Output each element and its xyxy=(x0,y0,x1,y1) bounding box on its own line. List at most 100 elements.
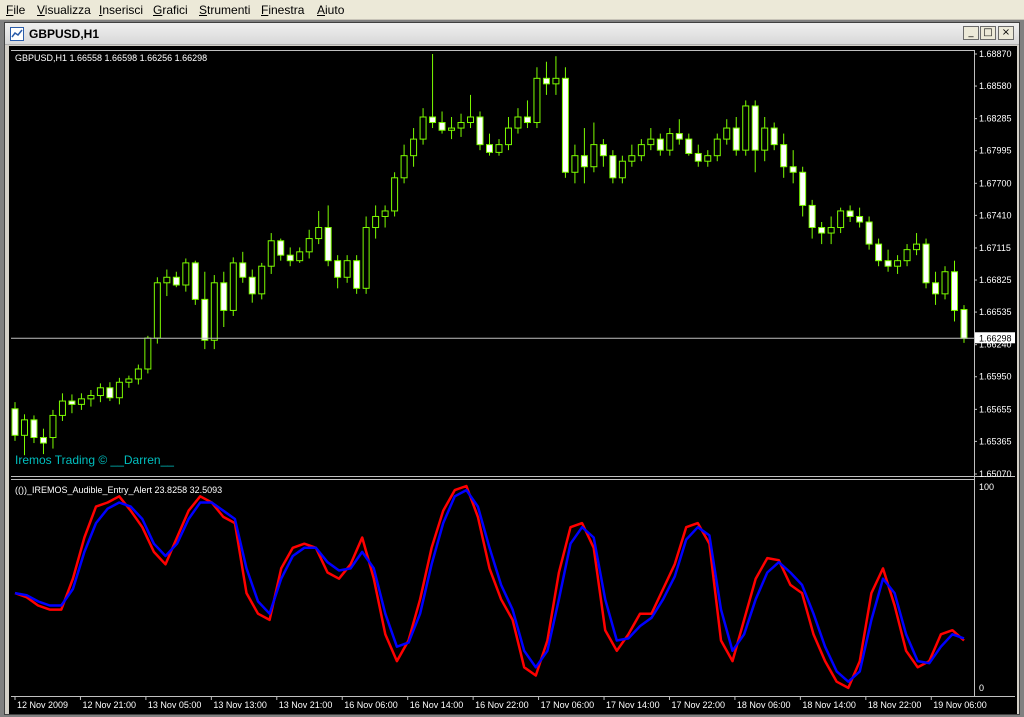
candle-body-bear xyxy=(324,227,332,262)
candle-body-bull xyxy=(343,260,351,278)
candle-body-bear xyxy=(429,116,437,124)
menu-file[interactable]: File xyxy=(6,3,25,17)
maximize-button[interactable]: □ xyxy=(980,26,996,40)
candle-body-bear xyxy=(68,400,76,405)
menu-finestra[interactable]: Finestra xyxy=(261,3,304,17)
candle-body-bull xyxy=(362,227,370,289)
candle-body-bear xyxy=(609,155,617,179)
candle-body-bear xyxy=(789,166,797,173)
time-tick-label: 13 Nov 21:00 xyxy=(279,700,333,710)
candlestick xyxy=(258,262,266,300)
candle-body-bear xyxy=(11,408,19,436)
candle-body-bull xyxy=(49,414,57,439)
candle-body-bull xyxy=(267,240,275,267)
candle-body-bull xyxy=(381,210,389,217)
chart-window[interactable]: GBPUSD,H1 _ □ × 1.68870 1.68580 1.68285 1.6… xyxy=(4,22,1020,715)
candle-body-bull xyxy=(827,227,835,234)
price-tick-label: 1.66535 xyxy=(979,307,1012,317)
candle-body-bull xyxy=(723,127,731,140)
candle-body-bull xyxy=(628,155,636,162)
indicator-axis-min: 0 xyxy=(979,683,984,693)
candle-body-bear xyxy=(599,144,607,157)
candle-body-bear xyxy=(523,116,531,124)
candle-body-bull xyxy=(125,378,133,383)
candle-body-bull xyxy=(742,105,750,151)
candle-body-bull xyxy=(296,251,304,262)
candlestick xyxy=(922,238,930,289)
time-tick-label: 13 Nov 13:00 xyxy=(213,700,267,710)
candle-body-bull xyxy=(87,395,95,400)
menu-visualizza[interactable]: Visualizza xyxy=(37,3,91,17)
candle-body-bull xyxy=(58,400,66,416)
time-tick-label: 16 Nov 22:00 xyxy=(475,700,529,710)
candle-body-bull xyxy=(305,238,313,253)
candlestick xyxy=(391,172,399,217)
candle-body-bear xyxy=(542,77,550,85)
candle-body-bear xyxy=(780,144,788,168)
time-tick-label: 16 Nov 14:00 xyxy=(410,700,464,710)
candle-body-bear xyxy=(353,260,361,289)
candle-body-bear xyxy=(751,105,759,151)
candle-body-bear xyxy=(808,204,816,229)
price-tick-label: 1.67115 xyxy=(979,243,1011,253)
candle-body-bear xyxy=(732,127,740,151)
minimize-button[interactable]: _ xyxy=(963,26,979,40)
time-tick-label: 17 Nov 14:00 xyxy=(606,700,660,710)
candlestick xyxy=(476,111,484,151)
candle-body-bear xyxy=(30,419,38,439)
candle-body-bull xyxy=(941,271,949,295)
close-button[interactable]: × xyxy=(998,26,1014,40)
candle-body-bull xyxy=(618,160,626,179)
candle-body-bull xyxy=(504,127,512,146)
watermark-text: Iremos Trading © __Darren__ xyxy=(15,453,174,467)
time-tick-label: 12 Nov 2009 xyxy=(17,700,68,710)
candle-body-bull xyxy=(533,77,541,124)
candle-body-bull xyxy=(144,337,152,370)
menu-grafici[interactable]: Grafici xyxy=(153,3,188,17)
candle-body-bull xyxy=(590,144,598,168)
candle-body-bull xyxy=(134,368,142,380)
candle-body-bull xyxy=(419,116,427,140)
price-tick-label: 1.67410 xyxy=(979,210,1012,220)
candle-body-bear xyxy=(201,298,209,341)
candle-body-bear xyxy=(694,152,702,162)
candle-body-bear xyxy=(675,133,683,140)
chart-canvas[interactable]: 1.68870 1.68580 1.68285 1.67995 1.67700 1.674… xyxy=(9,46,1017,714)
candle-body-bull xyxy=(229,262,237,311)
price-tick-label: 1.68870 xyxy=(979,49,1012,59)
candle-body-bear xyxy=(875,243,883,262)
candle-body-bull xyxy=(495,144,503,153)
candle-body-bear xyxy=(191,262,199,300)
time-tick-label: 18 Nov 06:00 xyxy=(737,700,791,710)
menu-bar: File Visualizza Inserisci Grafici Strume… xyxy=(0,0,1024,20)
candle-body-bear xyxy=(438,122,446,131)
candle-body-bear xyxy=(334,260,342,278)
candle-body-bull xyxy=(163,276,171,284)
candle-body-bull xyxy=(894,260,902,267)
candle-body-bull xyxy=(552,77,560,85)
price-tick-label: 1.65655 xyxy=(979,404,1012,414)
window-title: GBPUSD,H1 xyxy=(29,27,100,41)
candle-body-bear xyxy=(248,276,256,295)
candle-body-bear xyxy=(486,144,493,153)
candle-body-bull xyxy=(153,282,161,339)
candle-body-bull xyxy=(182,262,190,286)
candle-body-bull xyxy=(467,116,475,124)
candle-body-bear xyxy=(884,260,892,267)
time-tick-label: 18 Nov 22:00 xyxy=(868,700,922,710)
candle-body-bull xyxy=(258,265,266,295)
current-price-label: 1.66298 xyxy=(979,333,1012,343)
candle-body-bear xyxy=(476,116,484,146)
menu-strumenti[interactable]: Strumenti xyxy=(199,3,250,17)
candle-body-bull xyxy=(210,282,218,341)
menu-aiuto[interactable]: Aiuto xyxy=(317,3,344,17)
price-tick-label: 1.68580 xyxy=(979,81,1012,91)
indicator-label: (())_IREMOS_Audible_Entry_Alert 23.8258 … xyxy=(15,485,222,495)
chart-area[interactable]: 1.68870 1.68580 1.68285 1.67995 1.67700 1.674… xyxy=(9,46,1017,714)
time-tick-label: 12 Nov 21:00 xyxy=(82,700,136,710)
candlestick xyxy=(153,277,161,344)
time-tick-label: 19 Nov 06:00 xyxy=(933,700,987,710)
time-tick-label: 17 Nov 22:00 xyxy=(671,700,725,710)
window-titlebar[interactable]: GBPUSD,H1 _ □ × xyxy=(5,23,1019,45)
menu-inserisci[interactable]: Inserisci xyxy=(99,3,143,17)
